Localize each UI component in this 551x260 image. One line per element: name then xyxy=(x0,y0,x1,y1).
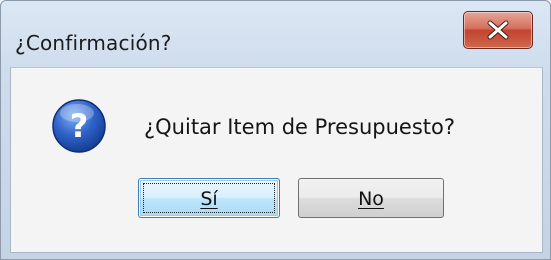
yes-button[interactable]: Sí xyxy=(138,178,280,218)
title-bar[interactable]: ¿Confirmación? xyxy=(1,1,550,67)
yes-button-label: Sí xyxy=(200,188,218,210)
no-button-label: No xyxy=(358,188,384,210)
close-button[interactable] xyxy=(463,11,533,49)
confirmation-message: ¿Quitar Item de Presupuesto? xyxy=(144,115,456,139)
close-icon xyxy=(487,20,509,40)
question-icon: ? xyxy=(52,99,106,153)
dialog-window: ¿Confirmación? ? ¿Quitar Item de Presupu… xyxy=(0,0,551,260)
dialog-title: ¿Confirmación? xyxy=(15,31,172,55)
no-button[interactable]: No xyxy=(298,178,444,218)
dialog-body: ? ¿Quitar Item de Presupuesto? Sí No xyxy=(10,67,543,253)
svg-text:?: ? xyxy=(70,107,89,145)
